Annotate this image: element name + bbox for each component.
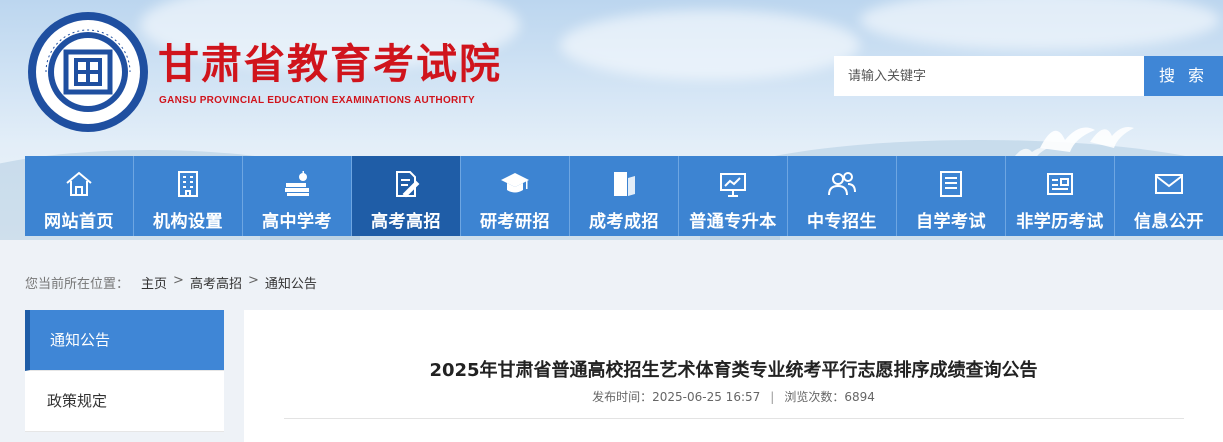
view-count: 浏览次数：6894 (784, 390, 875, 404)
document-pen-icon (396, 171, 420, 198)
id-card-icon (1047, 173, 1073, 195)
building-icon (178, 171, 198, 197)
books-apple-icon (285, 171, 309, 196)
publish-time: 发布时间：2025-06-25 16:57 (592, 390, 761, 404)
nav-item-gaokao[interactable]: 高考高招 (352, 156, 461, 236)
breadcrumb-gaokao[interactable]: 高考高招 (190, 273, 242, 292)
breadcrumb-notice[interactable]: 通知公告 (265, 273, 317, 292)
nav-label: 普通专升本 (689, 212, 777, 232)
graduation-cap-icon (501, 173, 529, 193)
nav-item-highschool[interactable]: 高中学考 (243, 156, 352, 236)
article-meta: 发布时间：2025-06-25 16:57 | 浏览次数：6894 (244, 388, 1223, 405)
meta-divider: | (770, 390, 775, 404)
sidebar: 通知公告 政策规定 (25, 310, 224, 432)
mail-icon (1155, 174, 1183, 194)
presentation-icon (720, 173, 746, 197)
nav-item-nondegree[interactable]: 非学历考试 (1006, 156, 1115, 236)
nav-label: 高中学考 (262, 212, 332, 232)
logo-seal (28, 12, 148, 132)
nav-item-info[interactable]: 信息公开 (1115, 156, 1223, 236)
breadcrumb-label: 您当前所在位置： (25, 277, 130, 292)
site-subtitle: GANSU PROVINCIAL EDUCATION EXAMINATIONS … (159, 95, 476, 106)
search-button[interactable]: 搜 索 (1144, 56, 1223, 96)
nav-label: 网站首页 (44, 212, 114, 232)
search-input[interactable] (834, 56, 1144, 96)
nav-label: 中专招生 (807, 212, 877, 232)
notebook-icon (940, 171, 962, 197)
divider (284, 418, 1184, 419)
site-title: 甘肃省教育考试院 (158, 40, 502, 88)
nav-label: 研考研招 (480, 212, 550, 232)
home-icon (66, 171, 92, 196)
book-icon (614, 172, 635, 196)
nav-label: 机构设置 (153, 212, 223, 232)
article-title: 2025年甘肃省普通高校招生艺术体育类专业统考平行志愿排序成绩查询公告 (429, 360, 1038, 381)
nav-item-selfstudy[interactable]: 自学考试 (897, 156, 1006, 236)
nav-label: 成考成招 (589, 212, 659, 232)
users-icon (828, 172, 856, 196)
nav-label: 信息公开 (1134, 212, 1204, 232)
breadcrumb: 您当前所在位置： 主页 > 高考高招 > 通知公告 (25, 273, 317, 292)
nav-item-home[interactable]: 网站首页 (25, 156, 134, 236)
breadcrumb-separator: > (247, 273, 259, 288)
nav-item-org[interactable]: 机构设置 (134, 156, 243, 236)
nav-label: 非学历考试 (1016, 212, 1104, 232)
nav-item-adult[interactable]: 成考成招 (570, 156, 679, 236)
nav-label: 自学考试 (916, 212, 986, 232)
breadcrumb-home[interactable]: 主页 (141, 273, 167, 292)
nav-item-vocational[interactable]: 中专招生 (788, 156, 897, 236)
nav-label: 高考高招 (371, 212, 441, 232)
sidebar-item-notice[interactable]: 通知公告 (25, 310, 224, 371)
nav-item-postgrad[interactable]: 研考研招 (461, 156, 570, 236)
sidebar-item-policy[interactable]: 政策规定 (25, 371, 224, 432)
main-nav: 网站首页 机构设置 高中学考 高考高招 研考研招 成考成招 普通专升本 中专招生… (25, 156, 1223, 236)
breadcrumb-separator: > (173, 273, 184, 288)
article-panel: 2025年甘肃省普通高校招生艺术体育类专业统考平行志愿排序成绩查询公告 发布时间… (244, 310, 1223, 442)
nav-item-upgrade[interactable]: 普通专升本 (679, 156, 788, 236)
